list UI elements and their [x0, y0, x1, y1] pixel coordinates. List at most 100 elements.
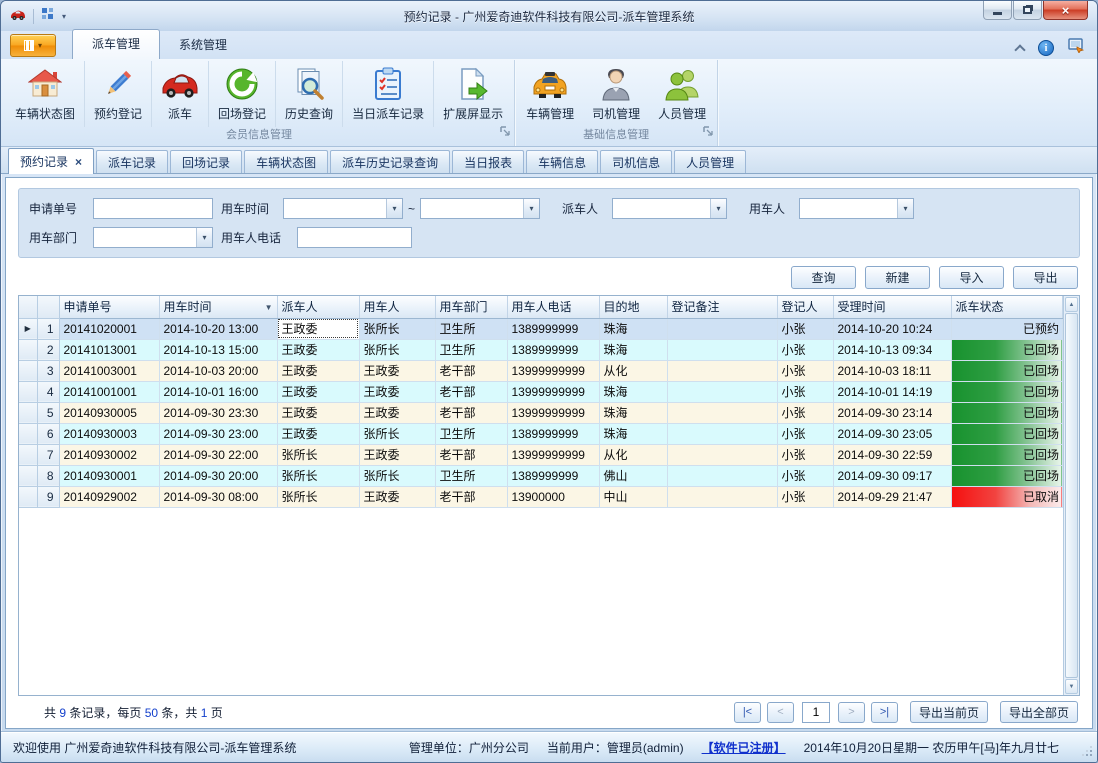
last-page-button[interactable]: >|: [871, 702, 898, 723]
cell-phone[interactable]: 13999999999: [507, 381, 599, 402]
table-row[interactable]: 9201409290022014-09-30 08:00张所长王政委老干部139…: [19, 486, 1063, 507]
vertical-scrollbar[interactable]: ▲ ▼: [1063, 296, 1079, 695]
cell-status[interactable]: 已回场: [951, 402, 1063, 423]
cell-phone[interactable]: 1389999999: [507, 465, 599, 486]
register-status-link[interactable]: 【软件已注册】: [702, 739, 786, 756]
cell-remark[interactable]: [667, 318, 777, 339]
cell-accept_time[interactable]: 2014-09-29 21:47: [833, 486, 951, 507]
ribbon-tab-system-management[interactable]: 系统管理: [160, 31, 246, 59]
cell-use_time[interactable]: 2014-10-01 16:00: [159, 381, 277, 402]
tab-dispatch-records[interactable]: 派车记录: [96, 150, 168, 173]
tab-personnel-management[interactable]: 人员管理: [674, 150, 746, 173]
cell-request_no[interactable]: 20140930001: [59, 465, 159, 486]
col-header-dispatcher[interactable]: 派车人: [277, 296, 359, 318]
cell-use_time[interactable]: 2014-10-20 13:00: [159, 318, 277, 339]
cell-request_no[interactable]: 20140929002: [59, 486, 159, 507]
ribbon-button-reservation-register[interactable]: 预约登记: [84, 61, 151, 127]
chevron-down-icon[interactable]: ▾: [196, 228, 212, 247]
cell-remark[interactable]: [667, 402, 777, 423]
cell-status[interactable]: 已预约: [951, 318, 1063, 339]
scroll-up-icon[interactable]: ▲: [1065, 297, 1078, 312]
chevron-down-icon[interactable]: ▾: [897, 199, 913, 218]
tab-daily-report[interactable]: 当日报表: [452, 150, 524, 173]
table-row[interactable]: 8201409300012014-09-30 20:00张所长张所长卫生所138…: [19, 465, 1063, 486]
dialog-launcher-icon[interactable]: [500, 125, 510, 142]
prev-page-button[interactable]: <: [767, 702, 794, 723]
cell-destination[interactable]: 珠海: [599, 402, 667, 423]
cell-department[interactable]: 卫生所: [435, 465, 507, 486]
dialog-launcher-icon[interactable]: [703, 125, 713, 142]
cell-registrar[interactable]: 小张: [777, 402, 833, 423]
cell-accept_time[interactable]: 2014-09-30 09:17: [833, 465, 951, 486]
info-icon[interactable]: i: [1038, 40, 1054, 56]
table-row[interactable]: 7201409300022014-09-30 22:00张所长王政委老干部139…: [19, 444, 1063, 465]
cell-status[interactable]: 已取消: [951, 486, 1063, 507]
resize-grip-icon[interactable]: [1082, 746, 1092, 756]
cell-dispatcher[interactable]: 张所长: [277, 444, 359, 465]
tab-dispatch-history-query[interactable]: 派车历史记录查询: [330, 150, 450, 173]
cell-registrar[interactable]: 小张: [777, 486, 833, 507]
table-row[interactable]: 6201409300032014-09-30 23:00王政委张所长卫生所138…: [19, 423, 1063, 444]
cell-remark[interactable]: [667, 486, 777, 507]
tab-driver-info[interactable]: 司机信息: [600, 150, 672, 173]
cell-dispatcher[interactable]: 张所长: [277, 465, 359, 486]
first-page-button[interactable]: |<: [734, 702, 761, 723]
user-combo[interactable]: ▾: [799, 198, 914, 219]
cell-destination[interactable]: 珠海: [599, 339, 667, 360]
cell-dispatcher[interactable]: 王政委: [277, 423, 359, 444]
cell-department[interactable]: 卫生所: [435, 423, 507, 444]
cell-request_no[interactable]: 20141020001: [59, 318, 159, 339]
ribbon-button-extended-screen[interactable]: 扩展屏显示: [433, 61, 512, 127]
cell-phone[interactable]: 1389999999: [507, 318, 599, 339]
ribbon-button-vehicle-management[interactable]: 车辆管理: [517, 61, 583, 127]
cell-destination[interactable]: 从化: [599, 360, 667, 381]
col-header-phone[interactable]: 用车人电话: [507, 296, 599, 318]
cell-dispatcher[interactable]: 王政委: [277, 360, 359, 381]
ribbon-button-driver-management[interactable]: 司机管理: [583, 61, 649, 127]
cell-request_no[interactable]: 20140930005: [59, 402, 159, 423]
cell-dispatcher[interactable]: 王政委: [277, 339, 359, 360]
cell-remark[interactable]: [667, 381, 777, 402]
export-all-pages-button[interactable]: 导出全部页: [1000, 701, 1078, 723]
col-header-registrar[interactable]: 登记人: [777, 296, 833, 318]
table-row[interactable]: 4201410010012014-10-01 16:00王政委王政委老干部139…: [19, 381, 1063, 402]
cell-use_time[interactable]: 2014-09-30 20:00: [159, 465, 277, 486]
query-button[interactable]: 查询: [791, 266, 856, 289]
cell-registrar[interactable]: 小张: [777, 318, 833, 339]
tab-return-records[interactable]: 回场记录: [170, 150, 242, 173]
ribbon-button-return-register[interactable]: 回场登记: [208, 61, 275, 127]
page-number-input[interactable]: [802, 702, 830, 723]
collapse-ribbon-icon[interactable]: [1014, 44, 1025, 55]
col-header-use-time[interactable]: 用车时间 ▼: [159, 296, 277, 318]
cell-status[interactable]: 已回场: [951, 423, 1063, 444]
cell-accept_time[interactable]: 2014-09-30 23:14: [833, 402, 951, 423]
cell-request_no[interactable]: 20141013001: [59, 339, 159, 360]
col-header-destination[interactable]: 目的地: [599, 296, 667, 318]
cell-request_no[interactable]: 20141001001: [59, 381, 159, 402]
cell-department[interactable]: 卫生所: [435, 339, 507, 360]
cell-phone[interactable]: 13999999999: [507, 444, 599, 465]
restore-button[interactable]: [1013, 1, 1042, 20]
cell-destination[interactable]: 珠海: [599, 318, 667, 339]
sort-desc-icon[interactable]: ▼: [265, 303, 273, 312]
cell-registrar[interactable]: 小张: [777, 423, 833, 444]
cell-dispatcher[interactable]: 王政委: [277, 381, 359, 402]
cell-accept_time[interactable]: 2014-09-30 23:05: [833, 423, 951, 444]
col-header-request-no[interactable]: 申请单号: [59, 296, 159, 318]
cell-registrar[interactable]: 小张: [777, 339, 833, 360]
cell-request_no[interactable]: 20140930003: [59, 423, 159, 444]
cell-user[interactable]: 王政委: [359, 402, 435, 423]
cell-department[interactable]: 老干部: [435, 486, 507, 507]
minimize-button[interactable]: [983, 1, 1012, 20]
cell-registrar[interactable]: 小张: [777, 360, 833, 381]
cell-status[interactable]: 已回场: [951, 381, 1063, 402]
scroll-down-icon[interactable]: ▼: [1065, 679, 1078, 694]
cell-dispatcher[interactable]: 王政委: [277, 402, 359, 423]
dispatcher-combo[interactable]: ▾: [612, 198, 727, 219]
cell-remark[interactable]: [667, 360, 777, 381]
monitor-arrow-icon[interactable]: [1068, 38, 1085, 58]
request-no-input[interactable]: [93, 198, 213, 219]
cell-use_time[interactable]: 2014-10-03 20:00: [159, 360, 277, 381]
title-bar[interactable]: ▾ 预约记录 - 广州爱奇迪软件科技有限公司-派车管理系统 ×: [1, 1, 1097, 31]
cell-remark[interactable]: [667, 465, 777, 486]
